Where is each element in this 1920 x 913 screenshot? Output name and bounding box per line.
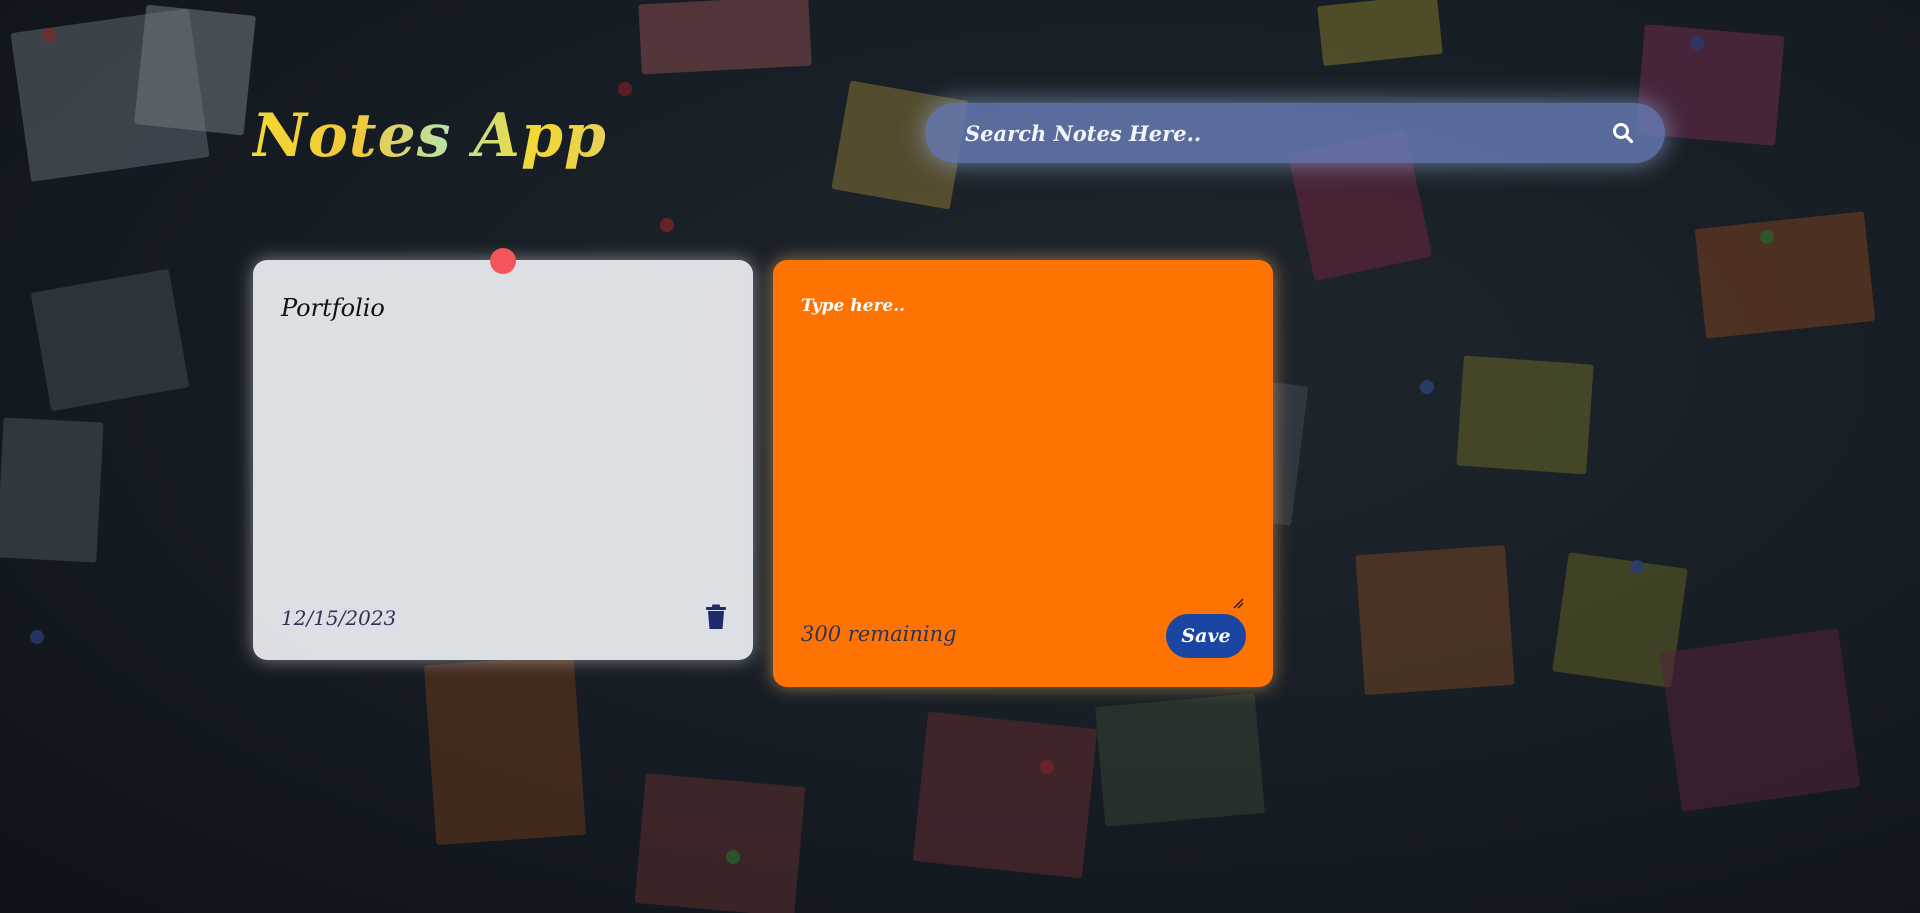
add-note-card: 300 remaining Save	[773, 260, 1273, 687]
characters-remaining: 300 remaining	[801, 622, 957, 646]
save-button[interactable]: Save	[1166, 614, 1246, 658]
note-date: 12/15/2023	[281, 606, 397, 630]
trash-icon[interactable]	[705, 604, 727, 630]
search-bar	[925, 103, 1665, 163]
search-icon[interactable]	[1611, 121, 1635, 145]
app-title: Notes App	[252, 96, 607, 176]
note-textarea[interactable]	[799, 294, 1251, 598]
note-title: Portfolio	[281, 294, 385, 322]
note-card: Portfolio 12/15/2023	[253, 248, 753, 660]
pin-icon	[490, 248, 516, 274]
resize-handle-icon[interactable]	[1232, 594, 1244, 609]
search-input[interactable]	[963, 119, 1611, 147]
